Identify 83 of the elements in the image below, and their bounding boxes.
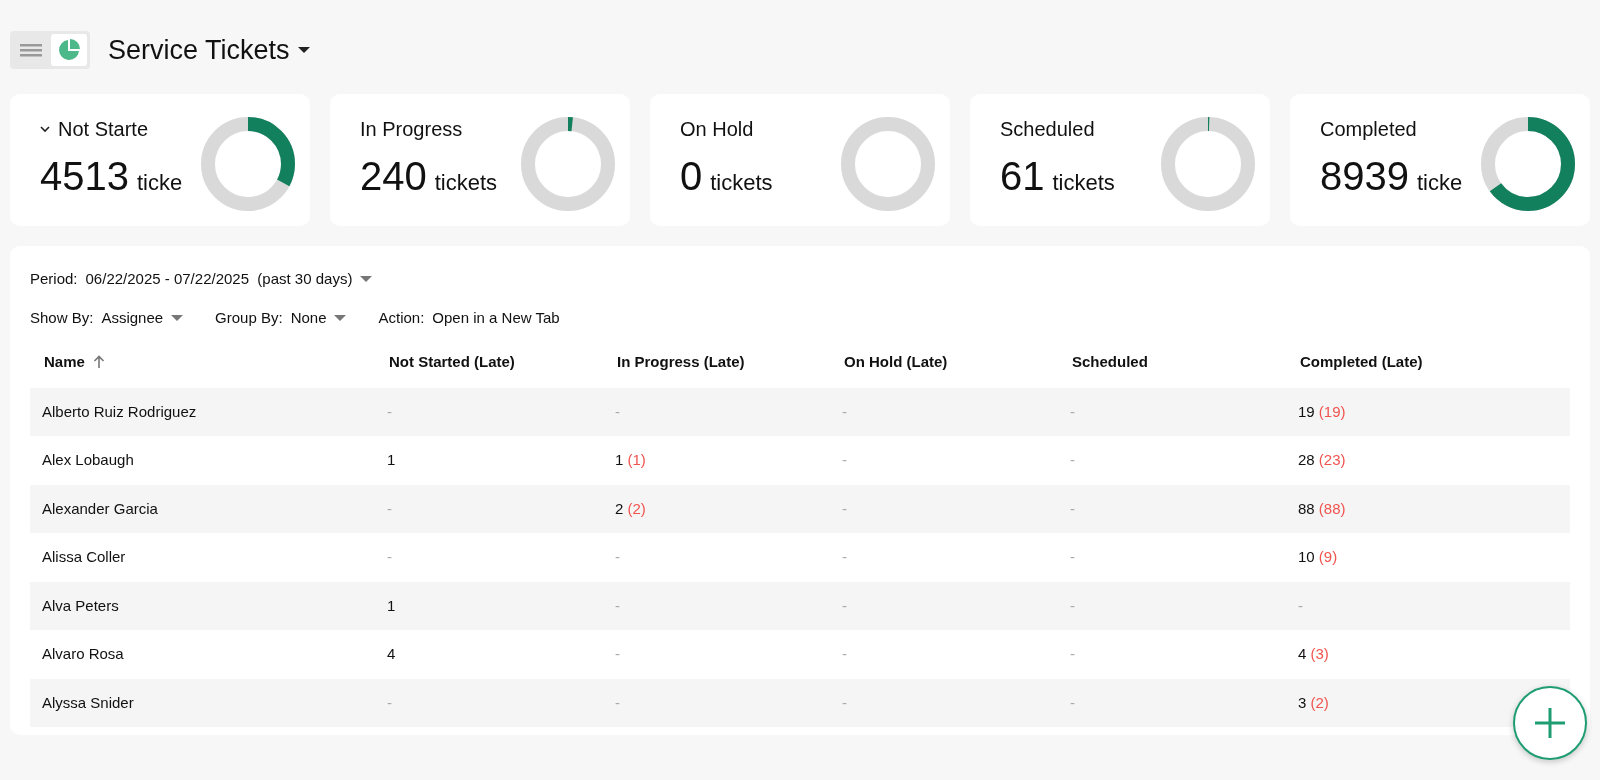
- table-cell: -: [615, 693, 620, 711]
- pie-chart-icon[interactable]: [51, 34, 87, 66]
- sort-arrow-icon[interactable]: [92, 355, 105, 370]
- ticket-count: 4513: [40, 153, 129, 200]
- assignee-name[interactable]: Alyssa Snider: [42, 693, 134, 711]
- column-header[interactable]: In Progress (Late): [617, 351, 745, 374]
- table-cell: -: [842, 596, 847, 614]
- assignee-name[interactable]: Alexander Garcia: [42, 499, 158, 517]
- assignee-name[interactable]: Alex Lobaugh: [42, 451, 134, 468]
- count-unit: ticke: [137, 169, 183, 197]
- status-card[interactable]: Not Starte 4513 ticke: [10, 94, 310, 226]
- card-label: In Progress: [360, 117, 463, 142]
- chevron-icon[interactable]: [40, 125, 50, 133]
- table-cell: -: [842, 693, 847, 711]
- assignee-name[interactable]: Alvaro Rosa: [42, 645, 124, 662]
- assignee-name[interactable]: Alva Peters: [42, 596, 119, 614]
- table-cell: -: [1070, 402, 1075, 420]
- table-cell: -: [387, 693, 392, 711]
- table-cell: 88 (88): [1298, 499, 1346, 517]
- table-cell: -: [842, 402, 847, 420]
- card-label: On Hold: [680, 117, 754, 142]
- table-cell: 4: [387, 645, 396, 662]
- column-header[interactable]: On Hold (Late): [844, 351, 948, 374]
- filter-label: Period:: [30, 269, 78, 289]
- table-cell: -: [615, 548, 620, 565]
- assignee-name[interactable]: Alissa Coller: [42, 548, 126, 565]
- count-unit: tickets: [1052, 169, 1115, 197]
- ticket-count: 61: [1000, 153, 1045, 200]
- table-cell: -: [615, 596, 620, 614]
- table-cell: 1 (1): [615, 451, 646, 468]
- table-cell: 1: [387, 451, 396, 468]
- table-cell: -: [387, 402, 392, 420]
- card-label: Scheduled: [1000, 117, 1095, 142]
- table-cell: -: [1070, 596, 1075, 614]
- table-cell: -: [1070, 548, 1075, 565]
- plus-icon: [1532, 705, 1568, 741]
- filter-dropdown[interactable]: Assignee: [101, 306, 184, 329]
- column-header[interactable]: Completed (Late): [1300, 351, 1423, 374]
- table-cell: -: [387, 548, 392, 565]
- filter-dropdown[interactable]: None: [290, 306, 347, 329]
- ticket-count: 8939: [1320, 153, 1409, 200]
- card-label: Completed: [1320, 117, 1417, 142]
- table-cell: -: [1070, 693, 1075, 711]
- page-title: Service Tickets: [108, 33, 290, 67]
- table-cell: -: [842, 499, 847, 517]
- table-cell: -: [387, 499, 392, 517]
- status-card[interactable]: On Hold 0 tickets: [650, 94, 950, 226]
- status-card[interactable]: In Progress 240 tickets: [330, 94, 630, 226]
- card-label: Not Starte: [58, 117, 149, 142]
- ticket-count: 0: [680, 153, 703, 200]
- ticket-count: 240: [360, 153, 427, 200]
- table-cell: -: [615, 402, 620, 420]
- table-cell: 19 (19): [1298, 402, 1346, 420]
- table-cell: -: [615, 645, 620, 662]
- filter-label: Group By:: [215, 307, 283, 328]
- filter-value[interactable]: Open in a New Tab: [432, 306, 560, 329]
- table-cell: -: [1070, 499, 1075, 517]
- filter-label: Action:: [378, 307, 425, 328]
- table-cell: 3 (2): [1298, 693, 1329, 711]
- table-cell: 28 (23): [1298, 451, 1346, 468]
- column-header[interactable]: Scheduled: [1072, 351, 1148, 374]
- status-card[interactable]: Completed 8939 ticke: [1290, 94, 1590, 226]
- table-cell: -: [1298, 596, 1303, 614]
- period-dropdown[interactable]: 06/22/2025 - 07/22/2025 (past 30 days): [85, 268, 373, 291]
- table-cell: -: [842, 645, 847, 662]
- column-header[interactable]: Name: [44, 351, 105, 374]
- status-card[interactable]: Scheduled 61 tickets: [970, 94, 1270, 226]
- count-unit: tickets: [710, 169, 773, 197]
- table-cell: -: [842, 548, 847, 565]
- filter-label: Show By:: [30, 307, 94, 328]
- table-cell: 10 (9): [1298, 548, 1338, 565]
- table-cell: 2 (2): [615, 499, 646, 517]
- count-unit: tickets: [434, 169, 498, 197]
- table-cell: -: [1070, 645, 1075, 662]
- column-header[interactable]: Not Started (Late): [389, 351, 515, 374]
- count-unit: ticke: [1417, 169, 1463, 197]
- table-cell: 1: [387, 596, 396, 614]
- caret-icon[interactable]: [297, 47, 310, 53]
- table-cell: -: [1070, 451, 1075, 468]
- table-cell: -: [842, 451, 847, 468]
- assignee-name[interactable]: Alberto Ruiz Rodriguez: [42, 402, 197, 420]
- add-button[interactable]: [1513, 686, 1587, 760]
- table-cell: 4 (3): [1298, 645, 1329, 662]
